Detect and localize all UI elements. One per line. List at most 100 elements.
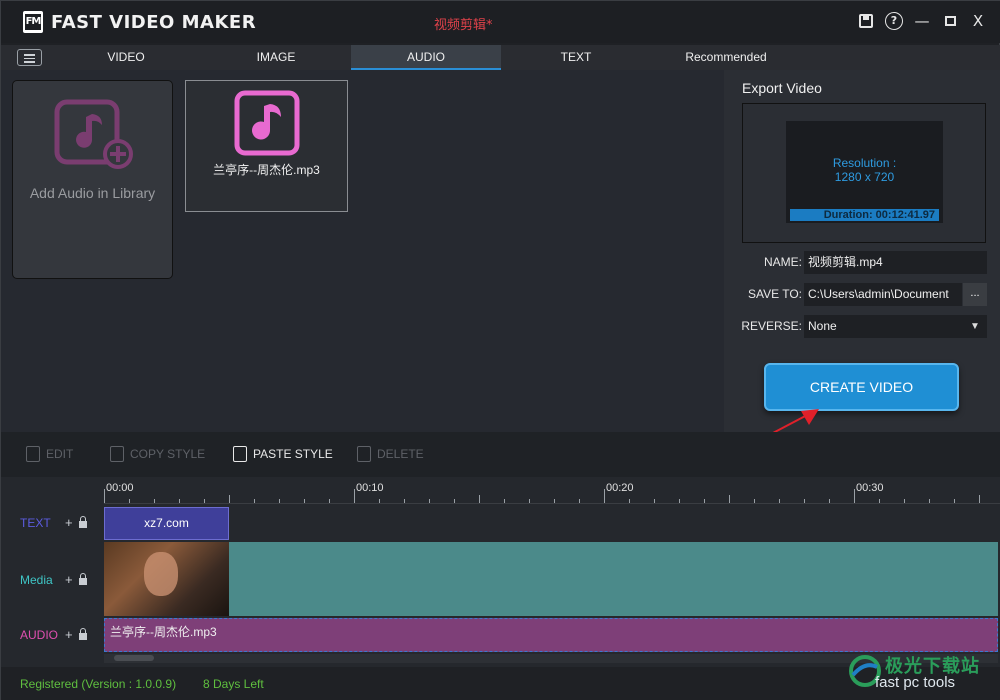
- audio-clip[interactable]: 兰亭序--周杰伦.mp3: [104, 618, 998, 652]
- ruler-tick: [754, 499, 755, 503]
- trash-icon: [357, 446, 371, 462]
- paste-style-label: PASTE STYLE: [253, 447, 333, 461]
- tab-image[interactable]: IMAGE: [201, 45, 351, 70]
- ruler-tick: [379, 499, 380, 503]
- tab-video[interactable]: VIDEO: [51, 45, 201, 70]
- ruler-tick: [254, 499, 255, 503]
- ruler-tick: [779, 499, 780, 503]
- lock-icon[interactable]: [78, 628, 87, 640]
- ruler-tick: [354, 489, 355, 503]
- save-to-label: SAVE TO:: [747, 287, 802, 301]
- ruler-tick: [954, 499, 955, 503]
- save-path-field[interactable]: C:\Users\admin\Document: [804, 283, 962, 306]
- duration-text: Duration: 00:12:41.97: [823, 209, 935, 221]
- add-music-icon: [54, 99, 133, 169]
- reverse-select[interactable]: None: [804, 315, 987, 338]
- watermark-line2: fast pc tools: [875, 674, 956, 691]
- edit-icon: [26, 446, 40, 462]
- lock-icon[interactable]: [78, 573, 87, 585]
- track-controls-text: +: [65, 515, 87, 530]
- add-icon[interactable]: +: [65, 627, 73, 642]
- lock-icon[interactable]: [78, 516, 87, 528]
- minimize-button[interactable]: —: [913, 12, 931, 30]
- resolution-value: 1280 x 720: [834, 170, 895, 184]
- ruler-tick: [554, 499, 555, 503]
- maximize-button[interactable]: [941, 12, 959, 30]
- name-row: NAME: 视频剪辑.mp4: [742, 251, 988, 275]
- duration-bar: Duration: 00:12:41.97: [790, 209, 939, 221]
- edit-button[interactable]: EDIT: [26, 446, 73, 462]
- app-name: FAST VIDEO MAKER: [51, 12, 257, 33]
- text-clip[interactable]: xz7.com: [104, 507, 229, 540]
- delete-button[interactable]: DELETE: [357, 446, 424, 462]
- ruler-tick: [454, 499, 455, 503]
- ruler-tick: [479, 495, 480, 503]
- help-icon[interactable]: ?: [885, 12, 903, 30]
- edit-label: EDIT: [46, 447, 74, 461]
- ruler-tick: [429, 499, 430, 503]
- ruler-tick: [104, 489, 105, 503]
- ruler-tick: [404, 499, 405, 503]
- name-field[interactable]: 视频剪辑.mp4: [804, 251, 987, 274]
- track-label-media: Media: [20, 573, 53, 587]
- ruler-tick: [679, 499, 680, 503]
- resolution-info: Resolution : 1280 x 720: [786, 156, 943, 184]
- preview-frame: Resolution : 1280 x 720 Duration: 00:12:…: [742, 103, 986, 243]
- menu-icon[interactable]: [17, 49, 42, 66]
- ruler-tick: [979, 495, 980, 503]
- ruler-tick: [929, 499, 930, 503]
- music-note-icon: [234, 90, 300, 156]
- browse-button[interactable]: ...: [963, 283, 987, 306]
- app-window: FM FAST VIDEO MAKER 视频剪辑* ? — X VIDEO IM…: [0, 0, 1000, 700]
- tab-audio[interactable]: AUDIO: [351, 45, 501, 70]
- tab-bar: VIDEO IMAGE AUDIO TEXT Recommended: [1, 45, 1000, 70]
- ruler-tick: [804, 499, 805, 503]
- save-project-icon[interactable]: [857, 12, 875, 30]
- ruler-tick: [829, 499, 830, 503]
- reverse-label: REVERSE:: [741, 319, 802, 333]
- ruler-tick: [279, 499, 280, 503]
- window-controls: ? — X: [857, 12, 987, 30]
- track-label-text: TEXT: [20, 516, 51, 530]
- ruler-tick: [704, 499, 705, 503]
- ruler-tick: [879, 499, 880, 503]
- ruler-tick: [179, 499, 180, 503]
- app-logo: FM: [23, 11, 43, 33]
- ruler-tick: [529, 499, 530, 503]
- ruler-tick: [904, 499, 905, 503]
- media-clip[interactable]: [104, 542, 998, 616]
- ruler-tick: [654, 499, 655, 503]
- ruler-tick: [579, 499, 580, 503]
- ruler-tick: [229, 495, 230, 503]
- save-row: SAVE TO: C:\Users\admin\Document ...: [742, 283, 988, 307]
- ruler-tick: [854, 489, 855, 503]
- media-library: Add Audio in Library 兰亭序--周杰伦.mp3: [1, 70, 724, 432]
- library-audio-item[interactable]: 兰亭序--周杰伦.mp3: [185, 80, 348, 212]
- resolution-label: Resolution :: [832, 156, 897, 170]
- paste-style-button[interactable]: PASTE STYLE: [233, 446, 333, 462]
- close-button[interactable]: X: [969, 12, 987, 30]
- ruler-tick: [504, 499, 505, 503]
- copy-style-button[interactable]: COPY STYLE: [110, 446, 205, 462]
- tab-text[interactable]: TEXT: [501, 45, 651, 70]
- add-audio-card[interactable]: Add Audio in Library: [12, 80, 173, 279]
- add-audio-label: Add Audio in Library: [29, 185, 156, 201]
- track-controls-audio: +: [65, 627, 87, 642]
- export-title: Export Video: [742, 80, 822, 96]
- ruler-tick: [154, 499, 155, 503]
- document-title: 视频剪辑*: [434, 18, 493, 33]
- time-ruler[interactable]: 00:00 00:10 00:20 00:30: [104, 477, 1000, 504]
- ruler-tick: [204, 499, 205, 503]
- chevron-down-icon[interactable]: ▼: [964, 315, 986, 338]
- reverse-row: REVERSE: None ▼: [741, 315, 988, 339]
- copy-icon: [110, 446, 124, 462]
- add-icon[interactable]: +: [65, 572, 73, 587]
- ruler-time-label: 00:20: [606, 482, 634, 494]
- name-label: NAME:: [763, 255, 802, 269]
- video-thumbnail: [104, 542, 229, 616]
- audio-file-name: 兰亭序--周杰伦.mp3: [213, 163, 320, 177]
- tab-recommended[interactable]: Recommended: [651, 45, 801, 70]
- add-icon[interactable]: +: [65, 515, 73, 530]
- ruler-tick: [629, 499, 630, 503]
- registration-status: Registered (Version : 1.0.0.9): [20, 677, 177, 691]
